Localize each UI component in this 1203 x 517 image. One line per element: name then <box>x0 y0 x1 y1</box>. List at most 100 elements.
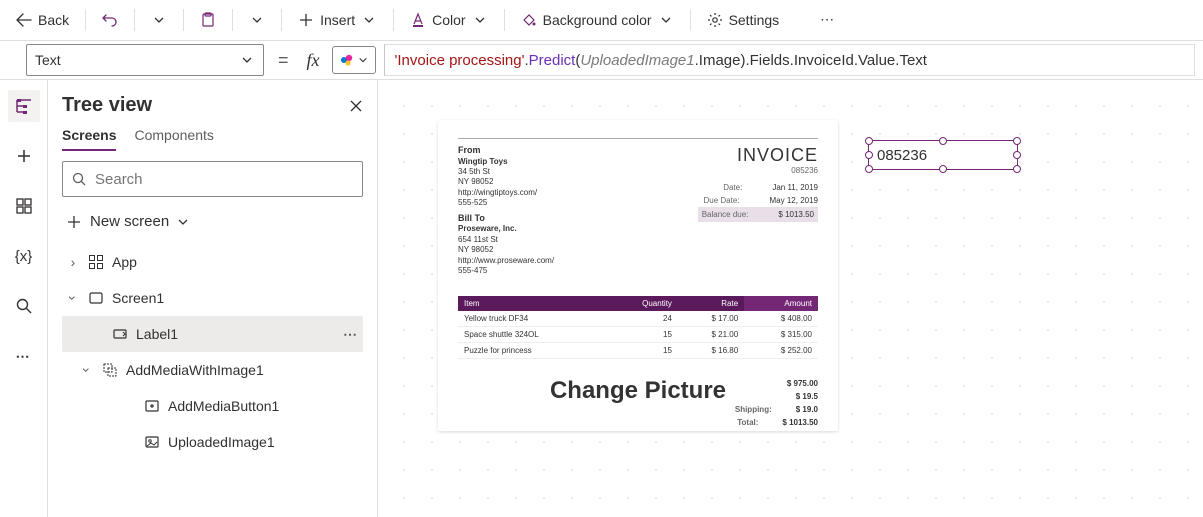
resize-handle[interactable] <box>939 165 947 173</box>
tree-title: Tree view <box>62 94 152 117</box>
tab-components[interactable]: Components <box>134 127 213 151</box>
back-label: Back <box>38 12 69 28</box>
formula-token-chain: .Fields.InvoiceId.Value.Text <box>745 52 926 69</box>
group-icon <box>102 362 118 378</box>
chevron-down-icon: › <box>65 291 81 305</box>
tree-item-screen1[interactable]: › Screen1 <box>62 280 363 316</box>
tree-item-label1[interactable]: Label1 ⋯ <box>62 316 363 352</box>
undo-dropdown[interactable] <box>143 8 175 32</box>
tab-screens[interactable]: Screens <box>62 127 116 151</box>
settings-button[interactable]: Settings <box>699 8 788 32</box>
back-button[interactable]: Back <box>8 8 77 32</box>
separator <box>232 9 233 31</box>
chevron-down-icon <box>658 12 674 28</box>
invoice-title: INVOICE <box>698 145 818 166</box>
chevron-down-icon <box>361 12 377 28</box>
tree-item-label: AddMediaButton1 <box>168 398 279 414</box>
tree-item-addmediabutton[interactable]: AddMediaButton1 <box>62 388 363 424</box>
text-color-icon <box>410 12 426 28</box>
separator <box>281 9 282 31</box>
undo-icon <box>102 12 118 28</box>
chevron-down-icon <box>472 12 488 28</box>
separator <box>183 9 184 31</box>
tree-tabs: Screens Components <box>62 127 363 151</box>
tree-item-label: UploadedImage1 <box>168 434 275 450</box>
resize-handle[interactable] <box>1013 151 1021 159</box>
tree-item-label: Screen1 <box>112 290 164 306</box>
tree-item-label: AddMediaWithImage1 <box>126 362 264 378</box>
clipboard-icon <box>200 12 216 28</box>
bgcolor-label: Background color <box>543 12 652 28</box>
copilot-button[interactable] <box>332 46 376 74</box>
item-more-button[interactable]: ⋯ <box>343 326 359 343</box>
tree-item-addmedia[interactable]: › AddMediaWithImage1 <box>62 352 363 388</box>
resize-handle[interactable] <box>1013 137 1021 145</box>
arrow-left-icon <box>16 12 32 28</box>
formula-input[interactable]: 'Invoice processing'.Predict(UploadedIma… <box>384 44 1195 76</box>
chevron-down-icon <box>239 52 255 68</box>
rail-data[interactable] <box>8 190 40 222</box>
close-panel-button[interactable] <box>349 99 363 113</box>
label-icon <box>112 326 128 342</box>
separator <box>85 9 86 31</box>
tree-item-uploadedimage[interactable]: UploadedImage1 <box>62 424 363 460</box>
chevron-down-icon <box>249 12 265 28</box>
resize-handle[interactable] <box>865 137 873 145</box>
tree-item-app[interactable]: › App <box>62 244 363 280</box>
resize-handle[interactable] <box>865 165 873 173</box>
tree-item-label: Label1 <box>136 326 178 342</box>
color-button[interactable]: Color <box>402 8 495 32</box>
plus-icon <box>66 214 82 230</box>
tree-search[interactable] <box>62 161 363 197</box>
resize-handle[interactable] <box>865 151 873 159</box>
new-screen-button[interactable]: New screen <box>62 207 363 236</box>
search-input[interactable] <box>95 171 354 188</box>
invoice-preview[interactable]: From Wingtip Toys 34 5th St NY 98052 htt… <box>438 120 838 431</box>
paste-button[interactable] <box>192 8 224 32</box>
resize-handle[interactable] <box>939 137 947 145</box>
copilot-icon <box>339 52 355 68</box>
from-heading: From <box>458 145 554 157</box>
left-rail: {x} ⋯ <box>0 80 48 517</box>
rail-more[interactable]: ⋯ <box>8 340 40 372</box>
main-area: {x} ⋯ Tree view Screens Components New s… <box>0 80 1203 517</box>
rail-search[interactable] <box>8 290 40 322</box>
insert-button[interactable]: Insert <box>290 8 385 32</box>
media-button-icon <box>144 398 160 414</box>
selected-label-control[interactable]: 085236 <box>868 140 1018 170</box>
fx-icon[interactable]: fx <box>303 50 324 71</box>
rail-variables[interactable]: {x} <box>8 240 40 272</box>
rail-insert[interactable] <box>8 140 40 172</box>
new-screen-label: New screen <box>90 213 169 230</box>
chevron-down-icon <box>177 216 189 228</box>
invoice-number: 085236 <box>698 166 818 175</box>
change-picture-overlay[interactable]: Change Picture $ 975.00 $ 19.5 Shipping:… <box>458 377 818 405</box>
plus-icon <box>298 12 314 28</box>
paste-dropdown[interactable] <box>241 8 273 32</box>
separator <box>690 9 691 31</box>
chevron-down-icon <box>151 12 167 28</box>
property-select[interactable]: Text <box>26 44 264 76</box>
undo-button[interactable] <box>94 8 126 32</box>
canvas[interactable]: From Wingtip Toys 34 5th St NY 98052 htt… <box>378 80 1203 517</box>
billto-heading: Bill To <box>458 213 554 225</box>
formula-token-arg: UploadedImage1 <box>580 52 694 69</box>
formula-token-method: Predict <box>529 52 576 69</box>
chevron-down-icon: › <box>79 363 95 377</box>
overflow-button[interactable]: ⋯ <box>811 8 843 32</box>
rail-treeview[interactable] <box>8 90 40 122</box>
separator <box>504 9 505 31</box>
resize-handle[interactable] <box>1013 165 1021 173</box>
color-label: Color <box>432 12 465 28</box>
table-row: Yellow truck DF3424$ 17.00$ 408.00 <box>458 311 818 327</box>
image-icon <box>144 434 160 450</box>
invoice-totals: $ 975.00 $ 19.5 Shipping:$ 19.0 Total:$ … <box>735 377 818 429</box>
insert-label: Insert <box>320 12 355 28</box>
gear-icon <box>707 12 723 28</box>
chevron-down-icon <box>358 55 368 65</box>
fill-icon <box>521 12 537 28</box>
app-icon <box>88 254 104 270</box>
separator <box>134 9 135 31</box>
bgcolor-button[interactable]: Background color <box>513 8 682 32</box>
more-icon: ⋯ <box>819 12 835 28</box>
